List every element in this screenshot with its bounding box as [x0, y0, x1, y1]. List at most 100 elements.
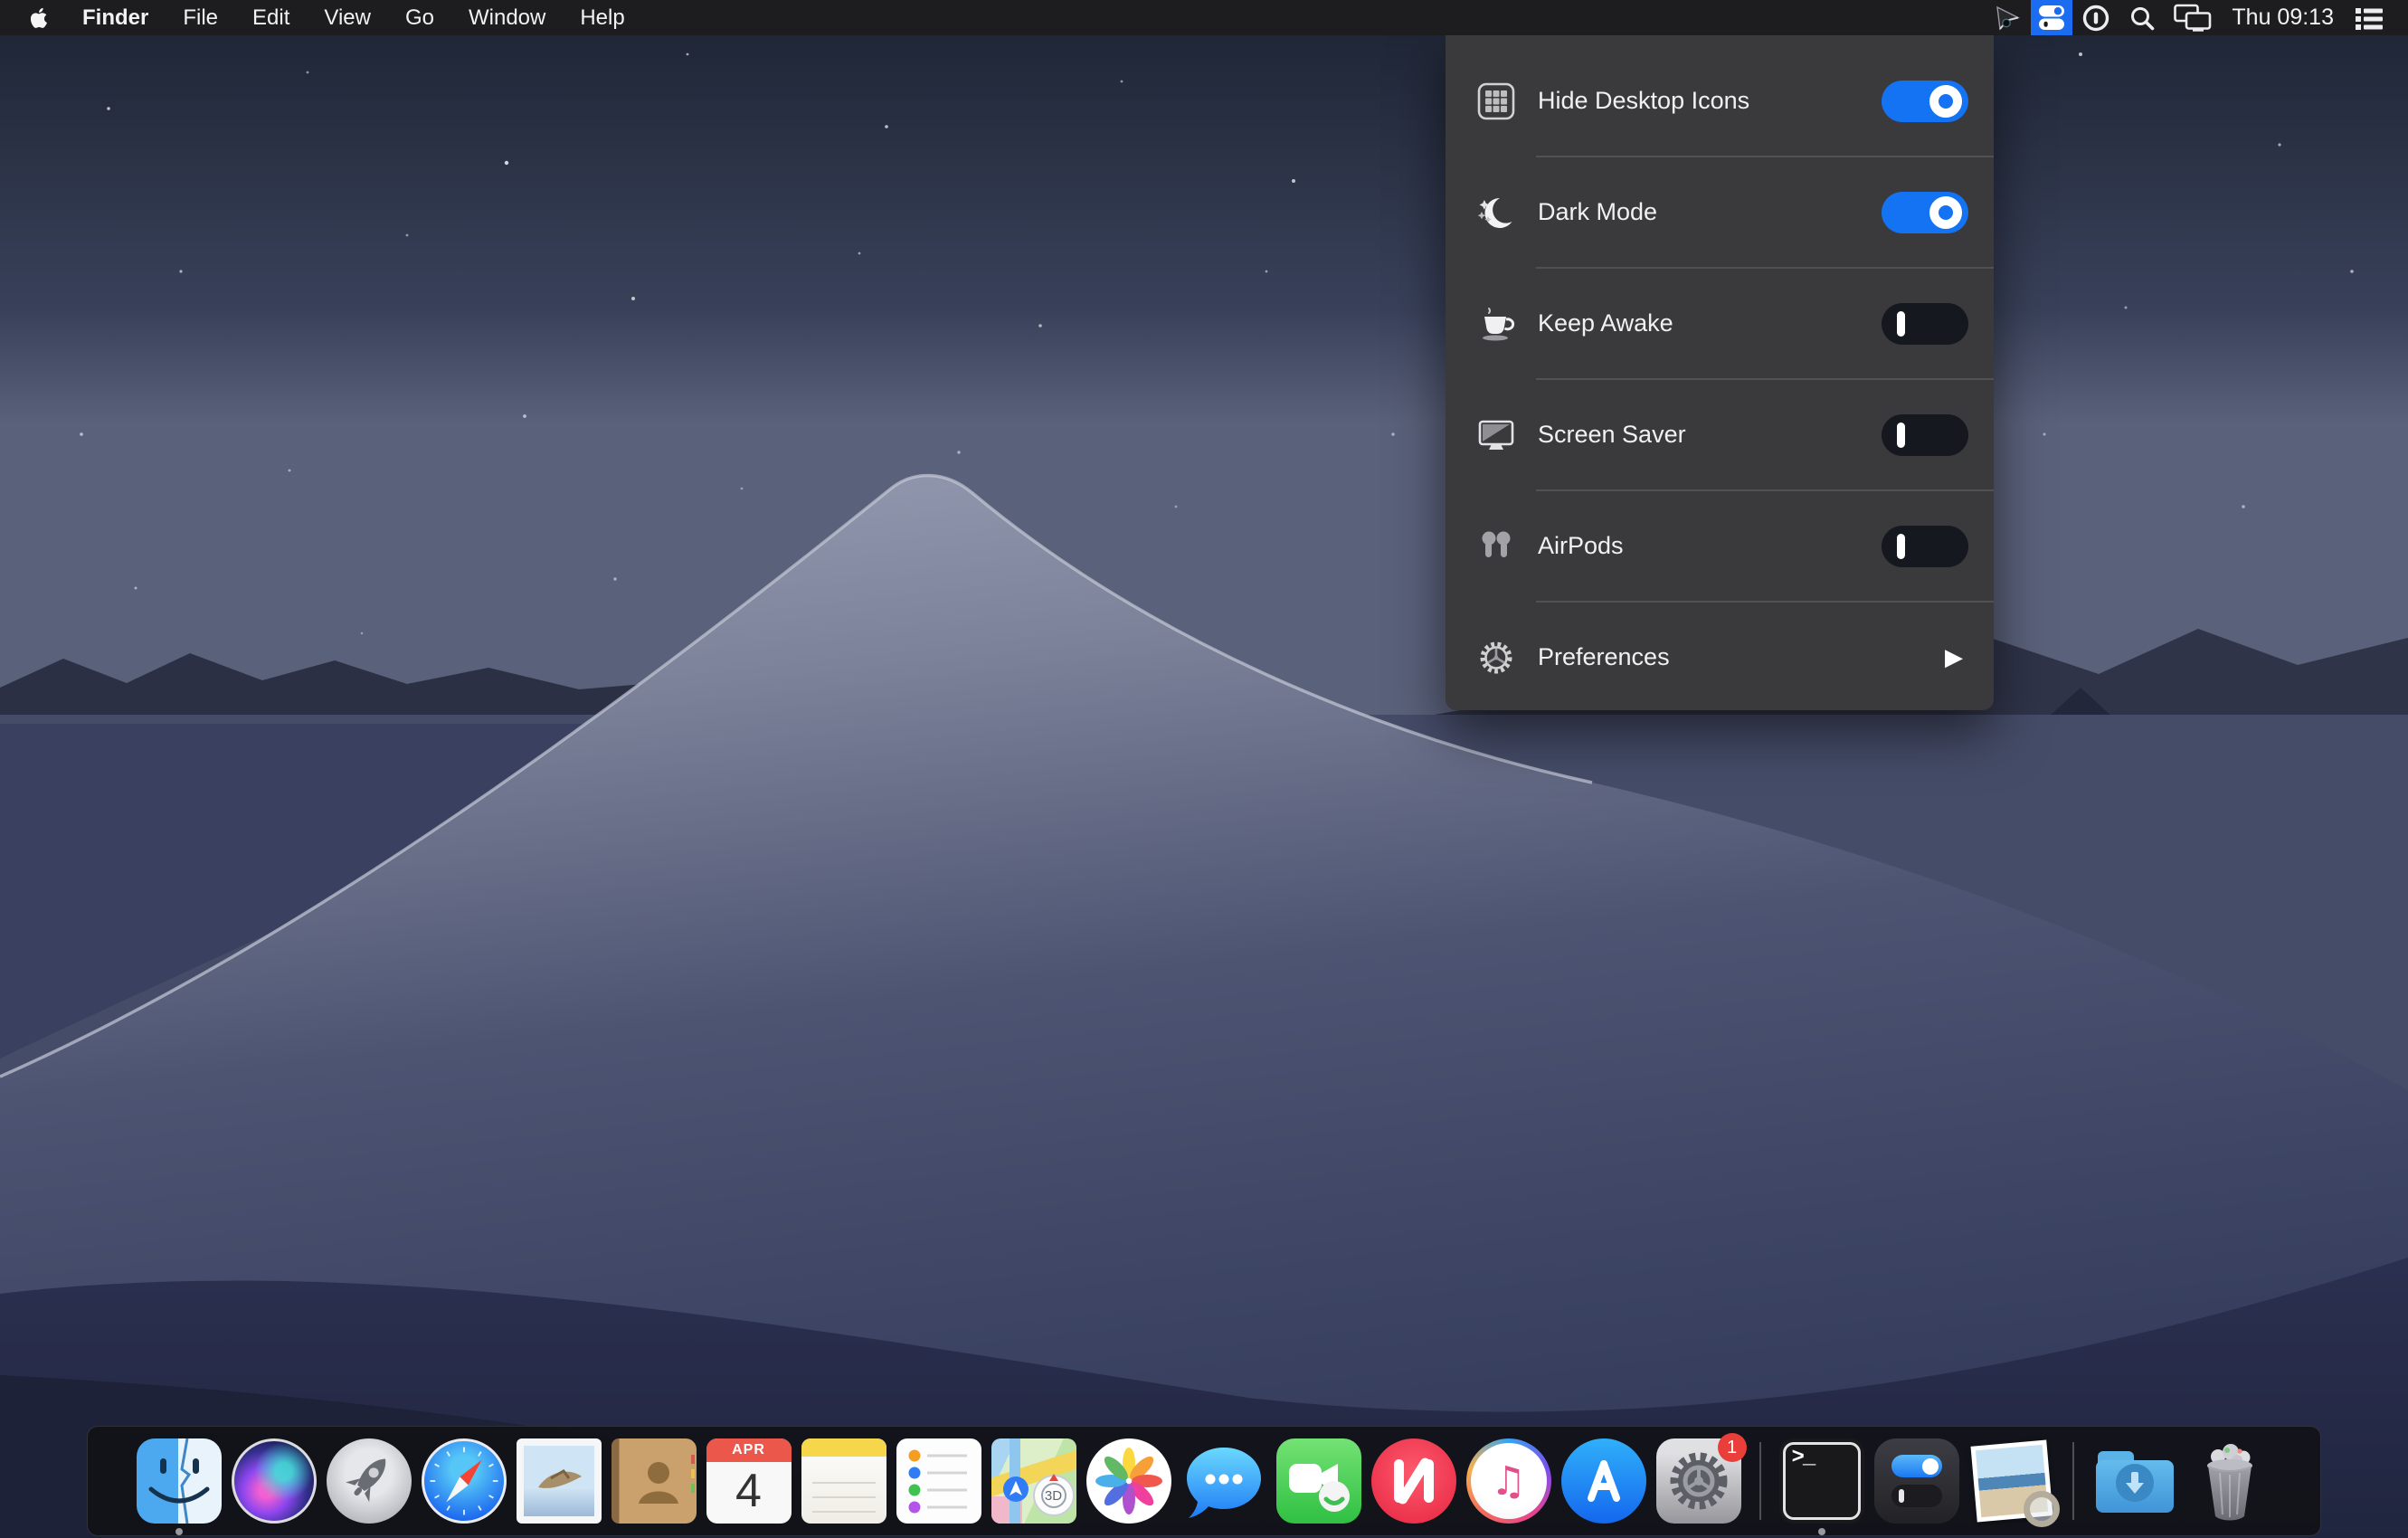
menu-item-finder[interactable]: Finder	[65, 0, 166, 35]
notes-lines	[812, 1469, 876, 1514]
1password-icon[interactable]	[2072, 0, 2119, 35]
maps-icon: 3D	[991, 1438, 1076, 1524]
dock-trash[interactable]	[2187, 1438, 2272, 1524]
dock-separator	[1759, 1442, 1761, 1520]
switch-row-keep-awake[interactable]: Keep Awake	[1446, 269, 1994, 378]
facetime-icon	[1276, 1438, 1361, 1524]
dock-downloads[interactable]	[2092, 1438, 2177, 1524]
launchpad-icon	[327, 1438, 412, 1524]
one-switch-menubar-icon[interactable]	[2031, 0, 2072, 35]
airpods-toggle[interactable]	[1882, 526, 1968, 567]
coffee-cup-icon	[1474, 302, 1518, 346]
preferences-row[interactable]: Preferences ▶	[1446, 603, 1994, 712]
spotlight-search-icon[interactable]	[2119, 0, 2165, 35]
itunes-face: ♫	[1471, 1443, 1547, 1519]
preferences-label: Preferences	[1538, 643, 1945, 671]
menu-item-edit[interactable]: Edit	[235, 0, 307, 35]
dock-mail[interactable]	[517, 1438, 602, 1524]
switch-label: Dark Mode	[1538, 198, 1882, 226]
toggle-knob-off	[1897, 534, 1905, 559]
keep-awake-toggle[interactable]	[1882, 303, 1968, 345]
dock-messages[interactable]	[1181, 1438, 1266, 1524]
dock-finder[interactable]	[137, 1438, 222, 1524]
dock-photos[interactable]	[1086, 1438, 1171, 1524]
maps-3d-dial: 3D	[1033, 1475, 1075, 1516]
safari-icon	[422, 1438, 507, 1524]
magnifier-loupe-icon	[2024, 1491, 2060, 1527]
hide-desktop-icons-toggle[interactable]	[1882, 81, 1968, 122]
dock-system-preferences[interactable]: 1	[1656, 1438, 1741, 1524]
switch-label: Keep Awake	[1538, 309, 1882, 337]
apple-menu[interactable]	[16, 0, 65, 35]
apple-logo-icon	[31, 6, 51, 30]
dock-itunes[interactable]: ♫	[1466, 1438, 1551, 1524]
switch-label: AirPods	[1538, 532, 1882, 560]
one-switch-app-icon	[1874, 1438, 1959, 1524]
calendar-day: 4	[706, 1462, 792, 1520]
pointer-app-icon[interactable]	[1982, 0, 2031, 35]
gear-icon	[1474, 636, 1518, 679]
dock-reminders[interactable]	[896, 1438, 981, 1524]
preview-icon	[1969, 1438, 2054, 1524]
mini-toggle-off	[1891, 1485, 1942, 1507]
mail-icon	[517, 1438, 602, 1524]
dock-preview[interactable]	[1969, 1438, 2054, 1524]
dock-news[interactable]	[1371, 1438, 1456, 1524]
switch-row-screen-saver[interactable]: Screen Saver	[1446, 380, 1994, 489]
mini-toggle-on	[1891, 1455, 1942, 1477]
switch-row-dark-mode[interactable]: Dark Mode	[1446, 157, 1994, 267]
terminal-icon: >_	[1779, 1438, 1864, 1524]
switch-row-airpods[interactable]: AirPods	[1446, 491, 1994, 601]
dock-maps[interactable]: 3D	[991, 1438, 1076, 1524]
dark-mode-toggle[interactable]	[1882, 192, 1968, 233]
screen-saver-toggle[interactable]	[1882, 414, 1968, 456]
dark-mode-moon-icon	[1474, 191, 1518, 234]
menu-item-help[interactable]: Help	[563, 0, 641, 35]
dock-launchpad[interactable]	[327, 1438, 412, 1524]
menu-item-window[interactable]: Window	[451, 0, 563, 35]
photos-icon	[1086, 1438, 1171, 1524]
list-menu-icon[interactable]	[2345, 0, 2394, 35]
maps-3d-badge: 3D	[1041, 1483, 1067, 1508]
contacts-icon	[611, 1438, 697, 1524]
switch-row-hide-desktop-icons[interactable]: Hide Desktop Icons	[1446, 46, 1994, 156]
notes-header	[801, 1438, 886, 1457]
running-indicator	[1818, 1528, 1825, 1535]
dock-appstore[interactable]	[1561, 1438, 1646, 1524]
toggle-knob-on	[1929, 196, 1962, 229]
finder-icon	[137, 1438, 222, 1524]
submenu-arrow-icon: ▶	[1945, 644, 1963, 671]
dock-notes[interactable]	[801, 1438, 886, 1524]
calendar-icon: APR 4	[706, 1438, 792, 1524]
dock-facetime[interactable]	[1276, 1438, 1361, 1524]
notes-icon	[801, 1438, 886, 1524]
desktop-icons-grid-icon	[1474, 80, 1518, 123]
terminal-prompt: >_	[1792, 1446, 1815, 1470]
dock-siri[interactable]	[232, 1438, 317, 1524]
menu-bar-clock[interactable]: Thu 09:13	[2221, 5, 2345, 31]
dock-one-switch[interactable]	[1874, 1438, 1959, 1524]
app-store-icon	[1561, 1438, 1646, 1524]
menu-bar: Finder File Edit View Go Window Help	[0, 0, 2408, 35]
airpods-icon	[1474, 525, 1518, 568]
reminders-icon	[896, 1438, 981, 1524]
display-mirroring-icon[interactable]	[2165, 0, 2221, 35]
news-icon	[1371, 1438, 1456, 1524]
menu-bar-status-area: Thu 09:13	[1982, 0, 2408, 35]
dock-contacts[interactable]	[611, 1438, 697, 1524]
stamp-image	[524, 1446, 594, 1516]
music-note-glyph: ♫	[1491, 1458, 1526, 1505]
menu-item-view[interactable]: View	[307, 0, 388, 35]
itunes-icon: ♫	[1466, 1438, 1551, 1524]
menu-bar-left: Finder File Edit View Go Window Help	[0, 0, 642, 35]
dock-terminal[interactable]: >_	[1779, 1438, 1864, 1524]
toggle-knob-off	[1897, 311, 1905, 337]
dock-calendar[interactable]: APR 4	[706, 1438, 792, 1524]
mojave-night-wallpaper	[0, 0, 2408, 1538]
dock: APR 4	[87, 1426, 2321, 1536]
dock-safari[interactable]	[422, 1438, 507, 1524]
menu-item-go[interactable]: Go	[388, 0, 451, 35]
menu-item-file[interactable]: File	[166, 0, 235, 35]
notification-badge: 1	[1718, 1433, 1747, 1462]
desktop: Finder File Edit View Go Window Help	[0, 0, 2408, 1538]
